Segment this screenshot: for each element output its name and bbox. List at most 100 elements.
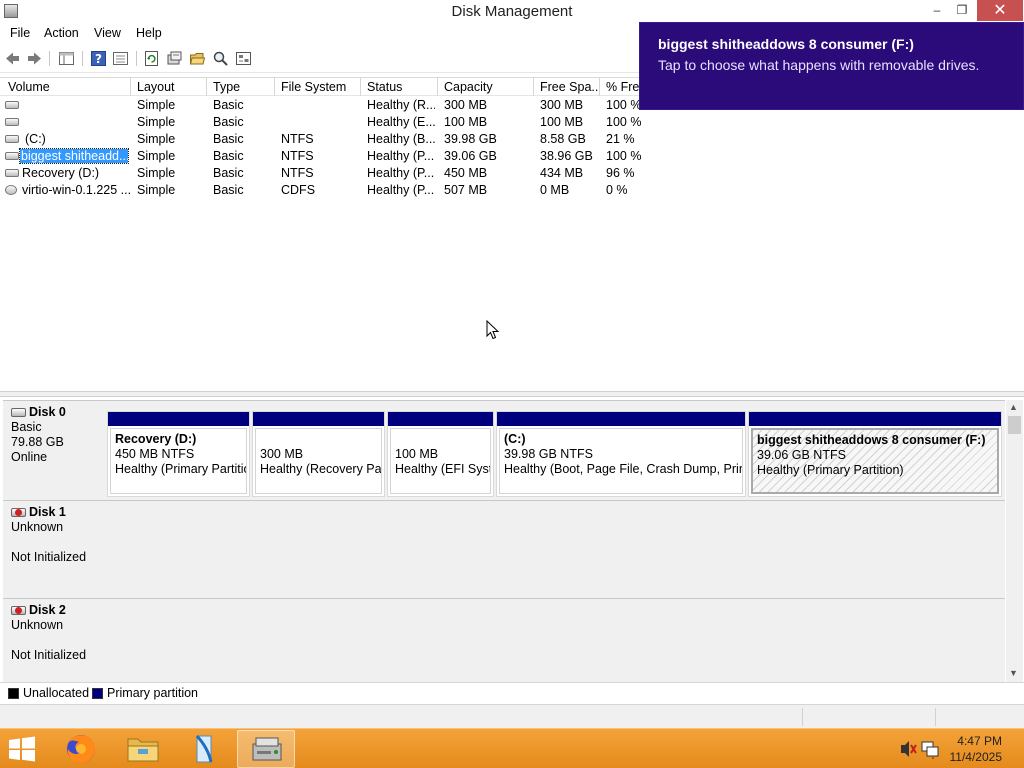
help-icon[interactable]: ?	[90, 50, 107, 67]
volume-status: Healthy (P...	[367, 149, 435, 163]
partition-name: biggest shitheaddows 8 consumer (F:)	[757, 433, 986, 447]
column-volume[interactable]: Volume	[8, 80, 128, 94]
network-icon[interactable]	[920, 729, 940, 768]
pc-settings-icon[interactable]	[175, 730, 233, 768]
volume-status: Healthy (E...	[367, 115, 435, 129]
volume-layout: Simple	[137, 98, 176, 112]
system-clock[interactable]: 4:47 PM 11/4/2025	[950, 733, 1003, 765]
volume-row[interactable]: (C:) Simple Basic NTFS Healthy (B... 39.…	[0, 131, 1024, 148]
partition-recovery-300mb[interactable]: 300 MB Healthy (Recovery Part	[252, 411, 385, 497]
partition-details: (C:) 39.98 GB NTFS Healthy (Boot, Page F…	[499, 428, 743, 494]
menu-view[interactable]: View	[94, 26, 121, 40]
partition-recovery-d[interactable]: Recovery (D:) 450 MB NTFS Healthy (Prima…	[107, 411, 250, 497]
disk-1-row: Disk 1 Unknown Not Initialized	[0, 500, 1006, 598]
volume-row[interactable]: Simple Basic Healthy (E... 100 MB 100 MB…	[0, 114, 1024, 131]
column-divider[interactable]	[437, 78, 438, 96]
disk-pane-scrollbar[interactable]: ▲ ▼	[1006, 400, 1023, 682]
volume-capacity: 100 MB	[444, 115, 488, 129]
pane-splitter[interactable]	[0, 391, 1024, 397]
volume-capacity: 507 MB	[444, 183, 488, 197]
disk-2-area[interactable]	[105, 598, 1005, 682]
toast-title: biggest shitheaddows 8 consumer (F:)	[658, 36, 914, 52]
uninitialized-disk-icon	[11, 508, 26, 517]
volume-free-space: 38.96 GB	[540, 149, 593, 163]
autoplay-toast[interactable]: biggest shitheaddows 8 consumer (F:) Tap…	[639, 22, 1024, 110]
cd-drive-icon	[5, 185, 17, 195]
properties-icon[interactable]	[112, 50, 129, 67]
legend-unallocated: Unallocated	[23, 686, 90, 700]
column-file-system[interactable]: File System	[281, 80, 359, 94]
drive-icon	[5, 101, 19, 109]
firefox-icon[interactable]	[52, 730, 110, 768]
back-arrow-icon[interactable]	[4, 50, 21, 67]
column-type[interactable]: Type	[213, 80, 273, 94]
search-disk-icon[interactable]	[212, 50, 229, 67]
column-divider[interactable]	[274, 78, 275, 96]
disk-management-icon[interactable]	[237, 730, 295, 768]
column-divider[interactable]	[533, 78, 534, 96]
console-tree-icon[interactable]	[58, 50, 75, 67]
scroll-down-icon[interactable]: ▼	[1009, 668, 1018, 678]
volume-row[interactable]: virtio-win-0.1.225 ... Simple Basic CDFS…	[0, 182, 1024, 199]
primary-partition-bar	[497, 412, 745, 426]
volume-layout: Simple	[137, 149, 176, 163]
mouse-cursor-icon	[486, 320, 500, 340]
disk-name-text: Disk 2	[29, 603, 66, 617]
disk-0-label[interactable]: Disk 0 Basic 79.88 GB Online	[3, 400, 105, 500]
column-divider[interactable]	[360, 78, 361, 96]
menu-action[interactable]: Action	[44, 26, 79, 40]
toolbar-separator	[136, 51, 137, 66]
taskbar: 4:47 PM 11/4/2025	[0, 728, 1024, 768]
volume-free-space: 8.58 GB	[540, 132, 586, 146]
settings-icon[interactable]	[235, 50, 252, 67]
column-free-space[interactable]: Free Spa...	[540, 80, 598, 94]
volume-status: Healthy (B...	[367, 132, 435, 146]
disk-2-label[interactable]: Disk 2 Unknown Not Initialized	[3, 598, 105, 682]
status-bar	[0, 704, 1024, 728]
refresh-icon[interactable]	[143, 50, 160, 67]
partition-status: Healthy (Recovery Part	[260, 462, 382, 476]
volume-type: Basic	[213, 132, 244, 146]
partition-c[interactable]: (C:) 39.98 GB NTFS Healthy (Boot, Page F…	[496, 411, 746, 497]
column-capacity[interactable]: Capacity	[444, 80, 532, 94]
column-divider[interactable]	[599, 78, 600, 96]
file-explorer-icon[interactable]	[114, 730, 172, 768]
disk-name-text: Disk 0	[29, 405, 66, 419]
menu-help[interactable]: Help	[136, 26, 162, 40]
partition-size: 450 MB NTFS	[115, 447, 195, 461]
partition-name	[260, 432, 377, 447]
disk-2-row: Disk 2 Unknown Not Initialized	[0, 598, 1006, 682]
disk-1-label[interactable]: Disk 1 Unknown Not Initialized	[3, 500, 105, 598]
close-button[interactable]: ✕	[977, 0, 1023, 21]
partition-status: Healthy (Primary Partitio	[115, 462, 247, 476]
volume-row-selected[interactable]: biggest shitheadd... Simple Basic NTFS H…	[0, 148, 1024, 165]
volume-row[interactable]: Recovery (D:) Simple Basic NTFS Healthy …	[0, 165, 1024, 182]
column-divider[interactable]	[206, 78, 207, 96]
rescan-disks-icon[interactable]	[166, 50, 183, 67]
legend: Unallocated Primary partition	[0, 682, 1024, 704]
windows-start-icon[interactable]	[8, 736, 36, 762]
volume-layout: Simple	[137, 115, 176, 129]
open-folder-icon[interactable]	[189, 50, 206, 67]
window-title: Disk Management	[451, 3, 573, 20]
primary-partition-bar	[388, 412, 493, 426]
partition-size: 100 MB	[395, 447, 439, 461]
svg-text:?: ?	[95, 52, 102, 66]
disk-1-area[interactable]	[105, 500, 1005, 598]
column-layout[interactable]: Layout	[137, 80, 205, 94]
column-divider[interactable]	[130, 78, 131, 96]
forward-arrow-icon[interactable]	[26, 50, 43, 67]
partition-f-selected[interactable]: biggest shitheaddows 8 consumer (F:) 39.…	[748, 411, 1002, 497]
scroll-up-icon[interactable]: ▲	[1009, 402, 1018, 412]
volume-file-system: NTFS	[281, 132, 314, 146]
disk-state: Online	[11, 450, 48, 464]
volume-percent-free: 100 %	[606, 115, 642, 129]
volume-layout: Simple	[137, 166, 176, 180]
volume-muted-icon[interactable]	[898, 729, 918, 768]
column-status[interactable]: Status	[367, 80, 435, 94]
scrollbar-thumb[interactable]	[1008, 416, 1021, 434]
partition-efi[interactable]: 100 MB Healthy (EFI Syste	[387, 411, 494, 497]
menu-file[interactable]: File	[10, 26, 30, 40]
disk-name: Disk 2	[11, 603, 105, 618]
maximize-button[interactable]: ❐	[947, 0, 977, 21]
